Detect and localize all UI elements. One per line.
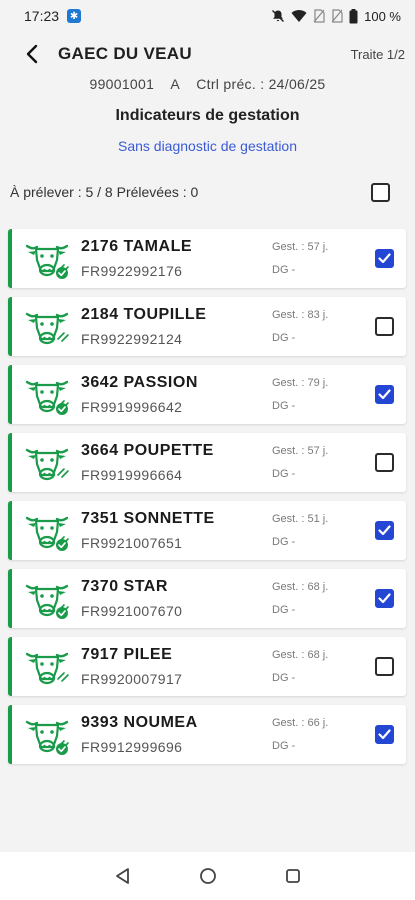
checkmark-icon: [378, 389, 391, 400]
diagnosis-status: DG -: [272, 740, 296, 752]
animal-select-checkbox[interactable]: [375, 453, 394, 472]
animal-select-checkbox[interactable]: [375, 725, 394, 744]
animal-select-checkbox[interactable]: [375, 249, 394, 268]
animal-select-checkbox[interactable]: [375, 657, 394, 676]
page-title: GAEC DU VEAU: [58, 44, 192, 63]
diagnosis-status: DG -: [272, 264, 296, 276]
diagnosis-status: DG -: [272, 672, 296, 684]
cow-head-icon: [25, 584, 69, 619]
nav-recents-square-icon: [285, 869, 300, 883]
status-bar: 17:23 ✱ 100 %: [0, 0, 415, 32]
checkmark-icon: [378, 593, 391, 604]
animal-id: FR9919996642: [81, 399, 183, 415]
summary-row: À prélever : 5 / 8 Prélevées : 0: [0, 178, 415, 206]
gestation-filter-link[interactable]: Sans diagnostic de gestation: [0, 138, 415, 154]
animal-id: FR9922992124: [81, 331, 183, 347]
wifi-icon: [291, 10, 307, 22]
cow-head-icon: [25, 244, 69, 279]
animal-card[interactable]: 2184 TOUPILLE FR9922992124 Gest. : 83 j. DG…: [8, 297, 406, 356]
animal-card[interactable]: 7351 SONNETTE FR9921007651 Gest. : 51 j. DG…: [8, 501, 406, 560]
animal-card[interactable]: 9393 NOUMEA FR9912999696 Gest. : 66 j. DG -: [8, 705, 406, 764]
animal-card[interactable]: 7370 STAR FR9921007670 Gest. : 68 j. DG -: [8, 569, 406, 628]
animal-name: 7351 SONNETTE: [81, 510, 215, 527]
battery-icon: [349, 8, 358, 23]
sample-summary: À prélever : 5 / 8 Prélevées : 0: [10, 184, 199, 200]
animal-name: 7370 STAR: [81, 578, 168, 595]
app-notification-icon: ✱: [67, 9, 82, 23]
app-header: GAEC DU VEAU Traite 1/2: [0, 36, 415, 72]
animal-select-checkbox[interactable]: [375, 589, 394, 608]
gestation-days: Gest. : 68 j.: [272, 649, 329, 661]
gestation-days: Gest. : 51 j.: [272, 513, 329, 525]
battery-level: 100 %: [364, 8, 401, 24]
animal-select-checkbox[interactable]: [375, 385, 394, 404]
section-title: Indicateurs de gestation: [115, 107, 300, 124]
animal-id: FR9921007670: [81, 603, 183, 619]
gestation-days: Gest. : 57 j.: [272, 445, 329, 457]
animal-id: FR9919996664: [81, 467, 183, 483]
gestation-days: Gest. : 79 j.: [272, 377, 329, 389]
no-sim-icon: [313, 9, 325, 23]
animal-card[interactable]: 7917 PILEE FR9920007917 Gest. : 68 j. DG -: [8, 637, 406, 696]
cow-head-icon: [25, 720, 69, 755]
nav-recents-button[interactable]: [278, 861, 308, 891]
gestation-days: Gest. : 83 j.: [272, 309, 329, 321]
herd-letter: A: [170, 76, 181, 92]
diagnosis-status: DG -: [272, 332, 296, 344]
system-nav-bar: [0, 852, 415, 900]
checkmark-icon: [378, 253, 391, 264]
animal-id: FR9912999696: [81, 739, 183, 755]
checkmark-icon: [378, 729, 391, 740]
select-all-checkbox[interactable]: [371, 182, 390, 202]
cow-head-icon: [25, 448, 69, 481]
animal-id: FR9921007651: [81, 535, 183, 551]
previous-control: Ctrl préc. : 24/06/25: [196, 76, 326, 92]
nav-back-triangle-icon: [115, 868, 129, 884]
cow-head-icon: [25, 380, 69, 415]
nav-back-button[interactable]: [108, 861, 138, 891]
cow-head-icon: [25, 516, 69, 551]
animal-name: 2176 TAMALE: [81, 238, 193, 255]
diagnosis-status: DG -: [272, 468, 296, 480]
animal-select-checkbox[interactable]: [375, 521, 394, 540]
back-arrow-icon: [26, 44, 38, 64]
gestation-days: Gest. : 57 j.: [272, 241, 329, 253]
diagnosis-status: DG -: [272, 604, 296, 616]
animal-name: 7917 PILEE: [81, 646, 173, 663]
trait-indicator: Traite 1/2: [350, 46, 405, 62]
nav-home-circle-icon: [199, 868, 216, 884]
checkmark-icon: [378, 525, 391, 536]
mute-bell-icon: [272, 10, 285, 22]
no-sim-icon-2: [331, 9, 343, 23]
animal-id: FR9922992176: [81, 263, 183, 279]
diagnosis-status: DG -: [272, 536, 296, 548]
animal-id: FR9920007917: [81, 671, 183, 687]
herd-info: 99001001 A Ctrl préc. : 24/06/25: [0, 76, 415, 92]
animal-card[interactable]: 2176 TAMALE FR9922992176 Gest. : 57 j. DG -: [8, 229, 406, 288]
animal-card[interactable]: 3664 POUPETTE FR9919996664 Gest. : 57 j. DG…: [8, 433, 406, 492]
back-button[interactable]: [14, 36, 50, 72]
animal-card[interactable]: 3642 PASSION FR9919996642 Gest. : 79 j. DG …: [8, 365, 406, 424]
cow-head-icon: [25, 312, 69, 345]
animal-list: 2176 TAMALE FR9922992176 Gest. : 57 j. DG -…: [8, 229, 406, 773]
animal-name: 3642 PASSION: [81, 374, 198, 391]
status-time: 17:23: [24, 8, 60, 24]
animal-name: 9393 NOUMEA: [81, 714, 198, 731]
gestation-days: Gest. : 68 j.: [272, 581, 329, 593]
herd-number: 99001001: [89, 76, 155, 92]
animal-name: 2184 TOUPILLE: [81, 306, 207, 323]
cow-head-icon: [25, 652, 69, 685]
animal-name: 3664 POUPETTE: [81, 442, 214, 459]
diagnosis-status: DG -: [272, 400, 296, 412]
animal-select-checkbox[interactable]: [375, 317, 394, 336]
nav-home-button[interactable]: [193, 861, 223, 891]
gestation-days: Gest. : 66 j.: [272, 717, 329, 729]
